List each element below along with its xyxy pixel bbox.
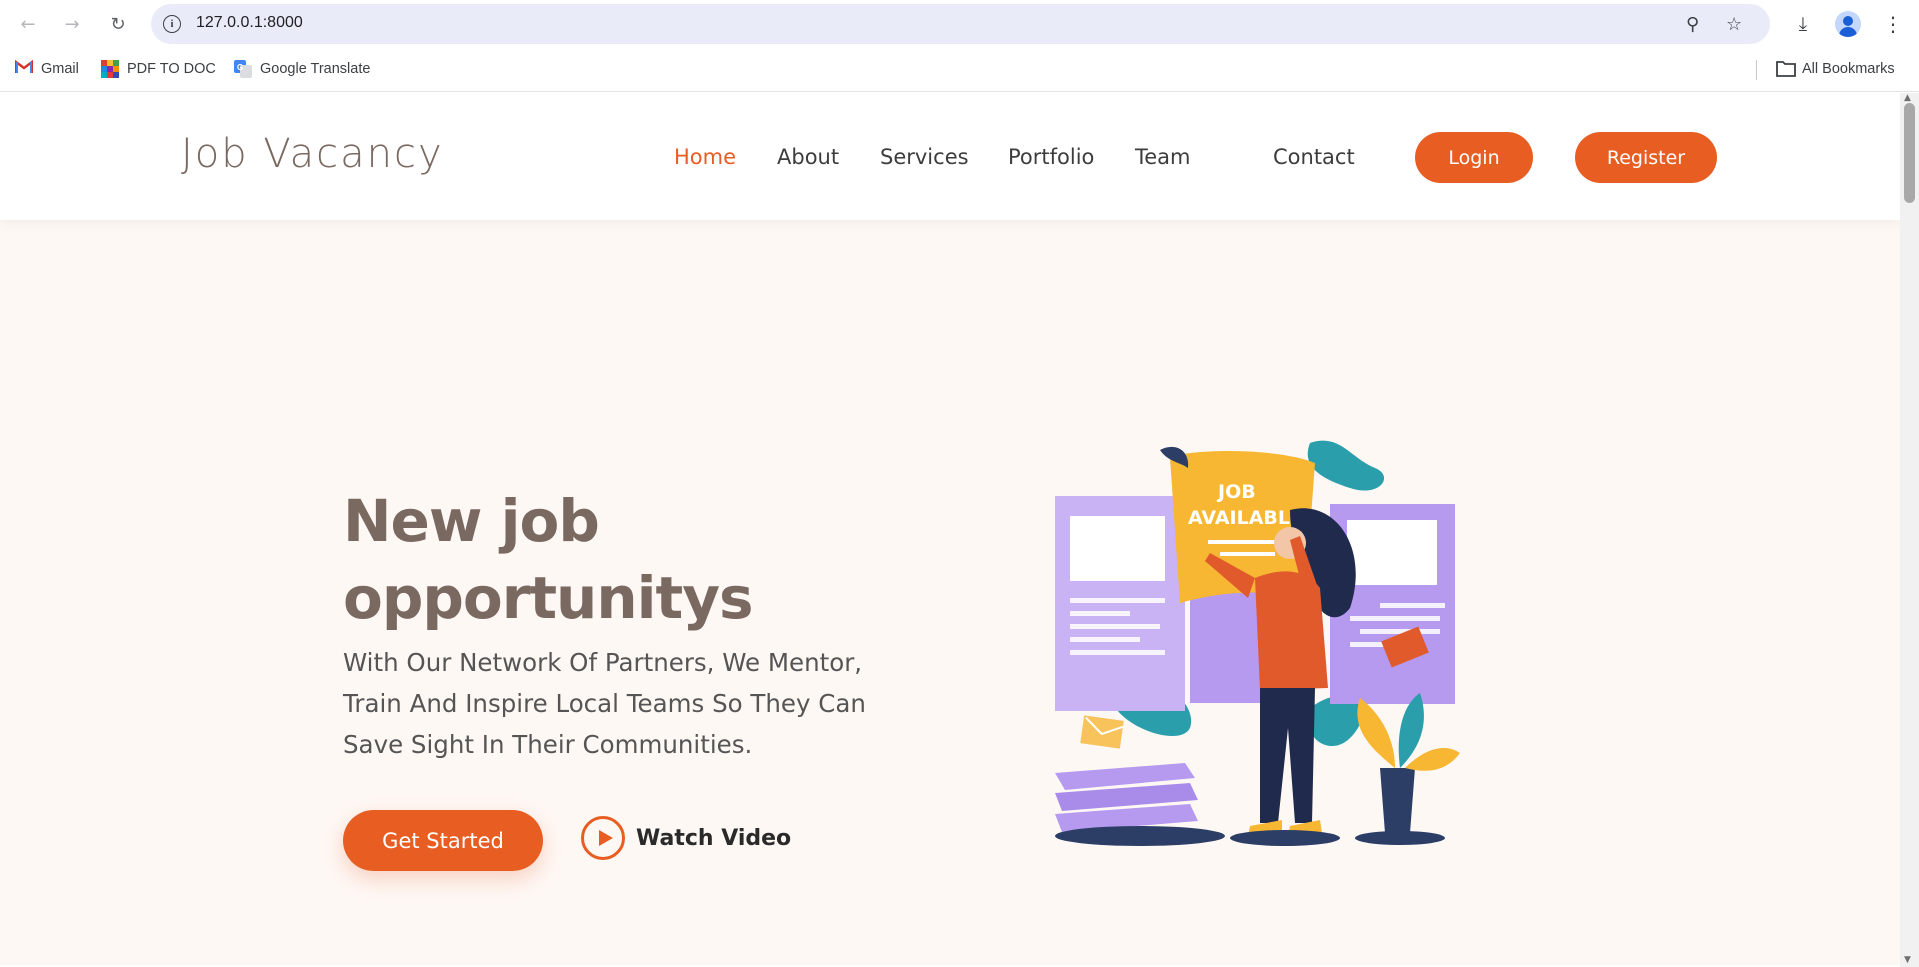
register-button[interactable]: Register [1575, 132, 1717, 183]
forward-arrow-icon[interactable]: → [58, 10, 86, 38]
all-bookmarks-label: All Bookmarks [1802, 61, 1895, 77]
watch-video-button[interactable]: Watch Video [581, 816, 791, 860]
svg-text:G: G [237, 63, 243, 72]
all-bookmarks[interactable]: All Bookmarks [1776, 60, 1895, 78]
scroll-down-icon[interactable]: ▼ [1904, 955, 1911, 965]
watch-video-label: Watch Video [636, 825, 792, 851]
plant-leaf [1357, 698, 1395, 768]
nav-about[interactable]: About [777, 145, 839, 169]
address-bar[interactable]: i 127.0.0.1:8000 ⚲ ☆ [151, 4, 1770, 44]
reload-icon[interactable]: ↻ [104, 10, 132, 38]
login-button[interactable]: Login [1415, 132, 1533, 183]
bookmark-gmail[interactable]: Gmail [14, 59, 79, 78]
nav-home[interactable]: Home [674, 145, 736, 169]
folder-icon [1776, 60, 1796, 78]
bookmark-label: PDF TO DOC [127, 61, 216, 77]
board-photo [1070, 516, 1165, 581]
bookmark-label: Gmail [41, 61, 79, 77]
decor-blob [1307, 440, 1385, 491]
poster-text: JOB [1216, 481, 1256, 503]
bookmark-pdf-to-doc[interactable]: PDF TO DOC [101, 60, 216, 78]
google-translate-icon: G [234, 60, 252, 78]
download-icon[interactable]: ⤓ [1789, 10, 1817, 38]
zoom-icon[interactable]: ⚲ [1686, 14, 1699, 35]
woman-jacket [1255, 571, 1328, 690]
bookmark-star-icon[interactable]: ☆ [1726, 14, 1742, 35]
envelope-icon [1080, 715, 1124, 749]
site-info-icon[interactable]: i [163, 15, 181, 33]
scrollbar-thumb[interactable] [1904, 103, 1915, 203]
browser-toolbar: ← → ↻ i 127.0.0.1:8000 ⚲ ☆ ⤓ ⋮ [0, 0, 1919, 48]
job-available-illustration: JOB AVAILABLE [1055, 440, 1460, 846]
page-scrollbar[interactable]: ▲ ▼ [1900, 93, 1919, 967]
nav-portfolio[interactable]: Portfolio [1008, 145, 1094, 169]
scroll-up-icon[interactable]: ▲ [1904, 93, 1911, 103]
url-text[interactable]: 127.0.0.1:8000 [196, 14, 303, 32]
gmail-icon [14, 59, 34, 78]
woman-pants [1260, 688, 1315, 823]
back-arrow-icon[interactable]: ← [14, 10, 42, 38]
pdf-to-doc-icon [101, 60, 119, 78]
nav-team[interactable]: Team [1135, 145, 1191, 169]
site-header: Job Vacancy Home About Services Portfoli… [0, 93, 1900, 220]
nav-contact[interactable]: Contact [1273, 145, 1355, 169]
nav-services[interactable]: Services [880, 145, 969, 169]
plant-pot [1380, 768, 1415, 833]
get-started-button[interactable]: Get Started [343, 810, 543, 871]
page-viewport: Job Vacancy Home About Services Portfoli… [0, 93, 1900, 965]
play-icon [581, 816, 625, 860]
hero-title: New job opportunitys [343, 487, 754, 632]
bookmark-google-translate[interactable]: G Google Translate [234, 60, 370, 78]
bookmarks-divider [1756, 60, 1757, 80]
profile-avatar-icon[interactable] [1835, 11, 1861, 37]
site-logo[interactable]: Job Vacancy [181, 131, 444, 177]
poster-text: AVAILABLE [1188, 507, 1303, 529]
hero-subtitle: With Our Network Of Partners, We Mentor,… [343, 648, 866, 759]
bookmarks-bar: Gmail PDF TO DOC G Google Translate All … [0, 48, 1919, 92]
more-menu-icon[interactable]: ⋮ [1879, 10, 1907, 38]
bookmark-label: Google Translate [260, 61, 371, 77]
